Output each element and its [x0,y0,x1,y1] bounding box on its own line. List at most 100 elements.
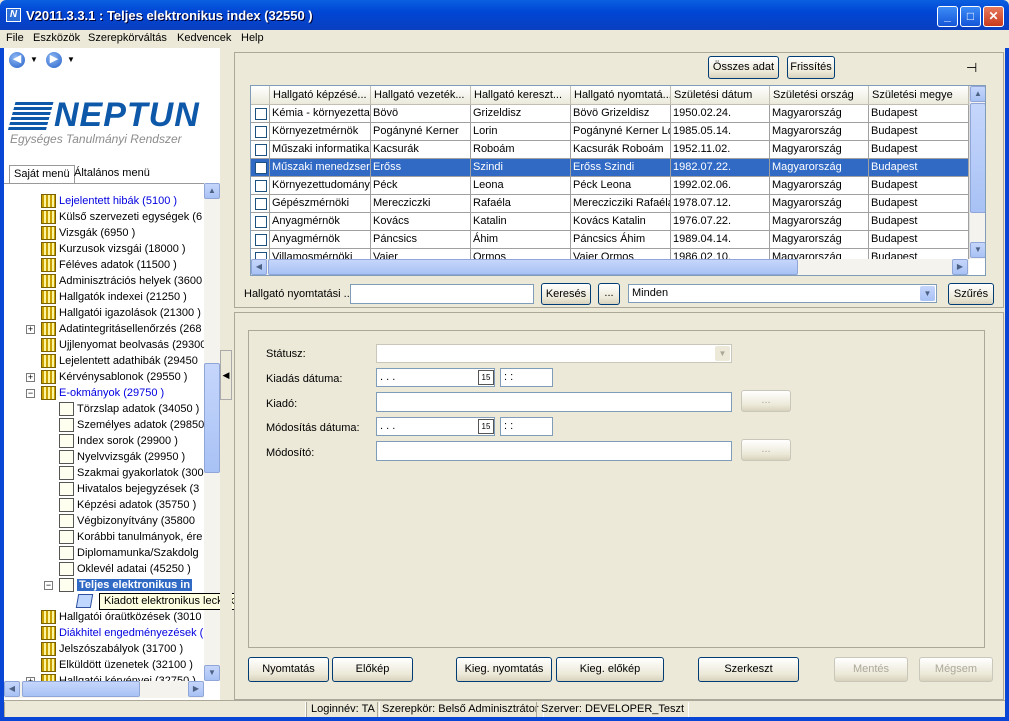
tree-item[interactable]: Külső szervezeti egységek (6 [41,209,202,225]
tree-item[interactable]: Lejelentett adathibák (29450 [41,353,198,369]
modifier-input[interactable] [376,441,732,461]
issuer-lookup-button[interactable]: ... [741,390,791,412]
row-select-cell[interactable] [251,105,270,123]
table-row[interactable]: Műszaki menedzser Erőss Szindi Erőss Szindi… [251,159,969,177]
scroll-left-icon[interactable]: ◀ [4,681,20,697]
tree-item[interactable]: Végbizonyítvány (35800 [59,513,195,529]
tree-item[interactable]: Kurzusok vizsgái (18000 ) [41,241,186,257]
cancel-button[interactable]: Mégsem [919,657,993,682]
edit-button[interactable]: Szerkeszt [698,657,799,682]
filter-button[interactable]: Szűrés [948,283,994,305]
row-checkbox[interactable] [255,198,267,210]
row-checkbox[interactable] [255,216,267,228]
row-checkbox[interactable] [255,162,267,174]
issue-time-input[interactable]: : : [500,368,553,387]
row-select-cell[interactable] [251,231,270,249]
row-select-cell[interactable] [251,177,270,195]
tree-item[interactable]: Törzslap adatok (34050 ) [59,401,199,417]
row-checkbox[interactable] [255,234,267,246]
tree-item[interactable] [75,593,95,609]
forward-arrow-icon[interactable]: ▶ [46,52,62,68]
grid-column-header[interactable]: Születési dátum [671,86,770,105]
grid-column-header[interactable]: Születési ország [770,86,869,105]
tree-item[interactable]: Index sorok (29900 ) [59,433,178,449]
table-row[interactable]: Műszaki informatika Kacsurák Roboám Kacsurá… [251,141,969,159]
scroll-down-icon[interactable]: ▼ [204,665,220,681]
collapse-left-icon[interactable]: ◀ [220,350,232,400]
calendar-icon[interactable]: 15 [478,370,494,385]
search-button[interactable]: Keresés [541,283,591,305]
row-select-cell[interactable] [251,123,270,141]
tab-own-menu[interactable]: Saját menü [9,165,75,184]
mod-time-input[interactable]: : : [500,417,553,436]
tree-item[interactable]: Hallgatói kérvényei (32750 ) [41,673,196,681]
refresh-button[interactable]: Frissítés [787,56,835,79]
grid-column-header[interactable]: Születési megye [869,86,969,105]
row-select-cell[interactable] [251,159,270,177]
expand-icon[interactable]: + [26,325,35,334]
row-select-cell[interactable] [251,195,270,213]
grid-horizontal-scrollbar[interactable]: ◀ ▶ [251,259,969,275]
grid-header-select[interactable] [251,86,270,105]
row-checkbox[interactable] [255,108,267,120]
ext-preview-button[interactable]: Kieg. előkép [556,657,664,682]
tree-item[interactable]: Hallgatók indexei (21250 ) [41,289,187,305]
tree-item[interactable]: E-okmányok (29750 ) [41,385,164,401]
menu-role-switch[interactable]: Szerepkörváltás [88,32,167,44]
grid-column-header[interactable]: Hallgató vezeték... [371,86,471,105]
tree-item[interactable]: Féléves adatok (11500 ) [41,257,177,273]
grid-scroll-left-icon[interactable]: ◀ [251,259,267,275]
tree-item[interactable]: Hivatalos bejegyzések (3 [59,481,199,497]
grid-vertical-scrollbar[interactable]: ▲ ▼ [969,86,985,259]
back-arrow-icon[interactable]: ◀ [9,52,25,68]
preview-button[interactable]: Előkép [332,657,413,682]
all-data-button[interactable]: Összes adat [708,56,779,79]
save-button[interactable]: Mentés [834,657,908,682]
collapse-icon[interactable]: − [26,389,35,398]
collapse-icon[interactable]: − [44,581,53,590]
tree-horizontal-scrollbar[interactable]: ◀ ▶ [4,681,204,698]
scroll-up-icon[interactable]: ▲ [204,183,220,199]
expand-icon[interactable]: + [26,373,35,382]
menu-help[interactable]: Help [241,32,264,44]
tree-item[interactable]: Képzési adatok (35750 ) [59,497,196,513]
hscroll-thumb[interactable] [22,681,140,697]
tree-item[interactable]: Hallgatói igazolások (21300 ) [41,305,201,321]
more-button[interactable]: ... [598,283,620,305]
row-checkbox[interactable] [255,144,267,156]
status-chevron-down-icon[interactable]: ▼ [715,346,730,361]
tree-item[interactable]: Adminisztrációs helyek (3600 [41,273,202,289]
maximize-button[interactable]: □ [960,6,981,27]
tree-item[interactable]: Teljes elektronikus in [59,577,193,593]
menu-favorites[interactable]: Kedvencek [177,32,231,44]
row-select-cell[interactable] [251,213,270,231]
table-row[interactable]: Anyagmérnök Páncsics Áhim Páncsics Áhim 1989… [251,231,969,249]
scroll-right-icon[interactable]: ▶ [188,681,204,697]
row-checkbox[interactable] [255,180,267,192]
table-row[interactable]: Kémia - környezettar Bövö Grizeldisz Bövö G… [251,105,969,123]
grid-hscroll-thumb[interactable] [268,259,798,275]
search-input[interactable] [350,284,534,304]
menu-file[interactable]: File [6,32,24,44]
close-button[interactable]: ✕ [983,6,1004,27]
title-bar[interactable]: N V2011.3.3.1 : Teljes elektronikus inde… [0,0,1009,30]
row-select-cell[interactable] [251,141,270,159]
tree-item[interactable]: Adatintegritásellenőrzés (268 [41,321,201,337]
grid-scroll-down-icon[interactable]: ▼ [970,242,985,258]
tree-item[interactable]: Korábbi tanulmányok, ére [59,529,202,545]
tree-item[interactable]: Vizsgák (6950 ) [41,225,135,241]
ext-print-button[interactable]: Kieg. nyomtatás [456,657,552,682]
grid-vscroll-thumb[interactable] [970,103,985,213]
scroll-thumb[interactable] [204,363,220,473]
table-row[interactable]: Anyagmérnök Kovács Katalin Kovács Katalin 19… [251,213,969,231]
tree-item[interactable]: Diplomamunka/Szakdolg [59,545,199,561]
grid-column-header[interactable]: Hallgató nyomtatá... [571,86,671,105]
tree-item[interactable]: Személyes adatok (29850 [59,417,204,433]
print-button[interactable]: Nyomtatás [248,657,329,682]
tree-item[interactable]: Diákhitel engedményezések ( [41,625,203,641]
row-checkbox[interactable] [255,126,267,138]
pin-icon[interactable]: ⊣ [966,60,977,76]
tree-item[interactable]: Lejelentett hibák (5100 ) [41,193,177,209]
tab-general-menu[interactable]: Általános menü [70,165,154,183]
issuer-input[interactable] [376,392,732,412]
